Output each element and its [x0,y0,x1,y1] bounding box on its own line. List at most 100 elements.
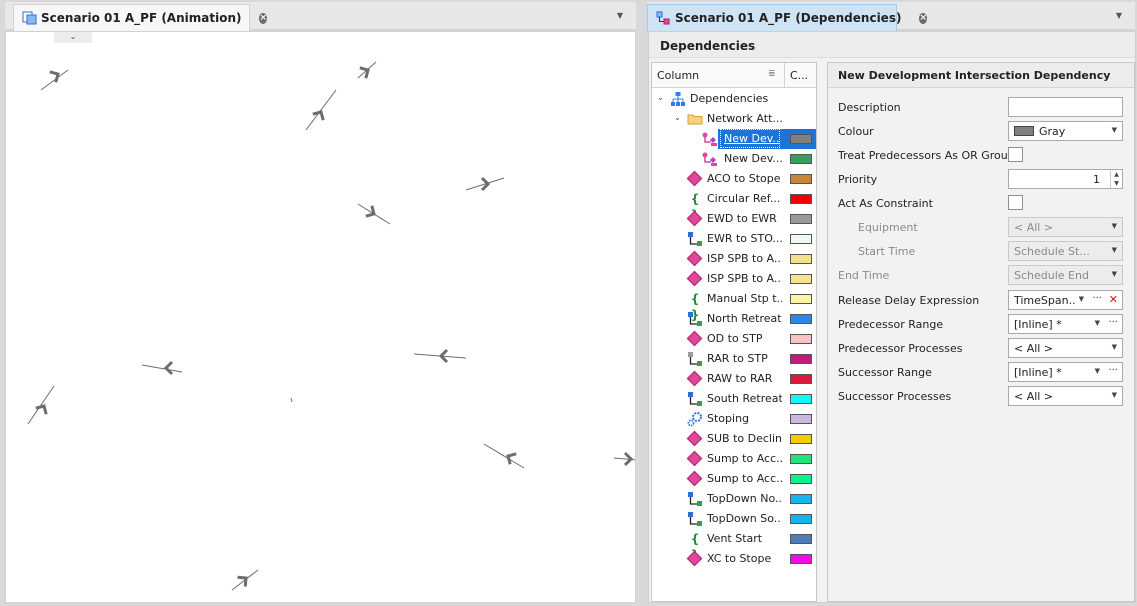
ellipsis-icon[interactable]: ··· [1108,317,1118,328]
tree-row[interactable]: ⌄ Network Att... [652,109,816,129]
tree-row-label: Dependencies [690,92,769,105]
tree-row[interactable]: Sump to Acc... [652,469,816,489]
property-editor[interactable]: [Inline] * ▼ ··· [1008,362,1123,382]
property-row: Act As Constraint [828,193,1134,215]
chevron-down-icon[interactable]: ▼ [1079,295,1084,303]
close-icon[interactable]: × [259,12,268,24]
diamond-icon [686,470,703,487]
close-icon[interactable]: × [919,12,927,24]
network-node-icon [687,311,703,327]
property-editor[interactable]: [Inline] * ▼ ··· [1008,314,1123,334]
tree-row[interactable]: { } Circular Ref... [652,189,816,222]
tree-row-label: ISP SPB to A... [707,272,782,285]
intersection-dependency-icon [702,151,718,167]
braces-icon: { } [690,192,700,222]
column-divider[interactable] [784,63,785,88]
chevron-down-icon[interactable]: ▼ [1112,343,1117,351]
dependencies-panel: Dependencies Column ≣ C... ⌄ Dependencies… [648,31,1136,603]
colour-swatch [790,454,812,464]
tree-row[interactable]: ⌄ Dependencies [652,89,816,109]
tree-row[interactable]: ISP SPB to A... [652,269,816,289]
heading-marker [40,69,69,91]
property-value: [Inline] * [1014,318,1062,331]
description-field[interactable] [1008,97,1123,117]
property-value: Schedule St... [1014,245,1090,258]
column-header[interactable]: Column [657,69,699,82]
colour-swatch [790,494,812,504]
tree-row[interactable]: New Dev... [652,129,816,149]
tree-row[interactable]: TopDown No... [652,489,816,509]
property-checkbox[interactable] [1008,195,1023,210]
animation-scene [27,61,635,591]
tree-row[interactable]: Sump to Acc... [652,449,816,469]
colour-column-header[interactable]: C... [790,69,808,82]
property-value: < All > [1014,342,1054,355]
chevron-down-icon[interactable]: ▼ [1095,319,1100,327]
property-row: Predecessor Range [Inline] * ▼ ··· [828,314,1134,336]
diamond-icon [686,270,703,287]
spinner-arrows-icon[interactable]: ▲ ▼ [1110,170,1122,188]
clear-icon[interactable]: ✕ [1109,293,1118,306]
right-tab-strip: Scenario 01 A_PF (Dependencies) × ▼ [647,2,1135,31]
tree-row-label: Vent Start [707,532,763,545]
tree-row-label: RAW to RAR [707,372,773,385]
colour-swatch [790,434,812,444]
tree-row[interactable]: New Dev... [652,149,816,169]
property-row: End Time Schedule End ▼ [828,265,1134,287]
heading-marker [27,385,55,425]
tree-row-label: Circular Ref... [707,192,781,205]
tab-animation[interactable]: Scenario 01 A_PF (Animation) × [13,4,268,31]
network-node-grey-icon [687,351,703,367]
tree-row[interactable]: EWD to EWR [652,209,816,229]
tree-row[interactable]: South Retreat [652,389,816,409]
tree-row[interactable]: SUB to Decline [652,429,816,449]
tree-row[interactable]: XC to Stope [652,549,816,569]
tree-row-label: ISP SPB to A... [707,252,782,265]
chevron-down-icon[interactable]: ⌄ [673,113,682,123]
tree-row[interactable]: { } Manual Stp t... [652,289,816,322]
colour-swatch [790,314,812,324]
property-editor[interactable]: Gray ▼ [1008,121,1123,141]
network-node-icon [687,491,703,507]
heading-marker [613,451,635,467]
animation-viewport[interactable]: ⌄ [5,31,636,603]
chevron-down-icon[interactable]: ▼ [1114,11,1124,21]
chevron-down-icon[interactable]: ▼ [1112,391,1117,399]
tree-row[interactable]: OD to STP [652,329,816,349]
chevron-down-icon[interactable]: ▼ [615,11,625,21]
chevron-down-icon[interactable]: ▼ [1112,126,1117,134]
hierarchy-icon [670,91,686,107]
colour-swatch [790,354,812,364]
property-checkbox[interactable] [1008,147,1023,162]
tab-dependencies[interactable]: Scenario 01 A_PF (Dependencies) × [647,4,927,31]
diamond-icon [686,250,703,267]
filter-icon[interactable]: ≣ [768,69,776,79]
chevron-down-icon[interactable]: ▼ [1095,367,1100,375]
property-editor[interactable]: < All > ▼ [1008,338,1123,358]
ellipsis-icon[interactable]: ··· [1108,365,1118,376]
tree-row[interactable]: ISP SPB to A... [652,249,816,269]
ellipsis-icon[interactable]: ··· [1092,293,1102,304]
tree-row[interactable]: EWR to STO... [652,229,816,249]
diamond-icon [686,370,703,387]
colour-swatch [790,174,812,184]
tree-row[interactable]: North Retreat [652,309,816,329]
tree-row[interactable]: { } Vent Start [652,529,816,562]
property-editor[interactable]: < All > ▼ [1008,386,1123,406]
tree-header: Column ≣ C... [652,63,816,88]
tree-row[interactable]: Stoping [652,409,816,429]
tree-row[interactable]: RAR to STP [652,349,816,369]
colour-swatch [790,374,812,384]
chevron-down-icon[interactable]: ⌄ [656,93,665,103]
heading-marker [483,443,525,469]
tree-row[interactable]: RAW to RAR [652,369,816,389]
priority-spinner[interactable]: 1 ▲ ▼ [1008,169,1123,189]
braces-icon: { } [690,292,700,322]
property-editor: < All > ▼ [1008,217,1123,237]
colour-swatch [790,334,812,344]
tree-row[interactable]: TopDown So... [652,509,816,529]
property-editor[interactable]: TimeSpan... ▼ ··· ✕ [1008,290,1123,310]
tree-row[interactable]: ACO to Stope [652,169,816,189]
tree-row-label: New Dev... [720,129,780,148]
tree-row-label: North Retreat [707,312,782,325]
